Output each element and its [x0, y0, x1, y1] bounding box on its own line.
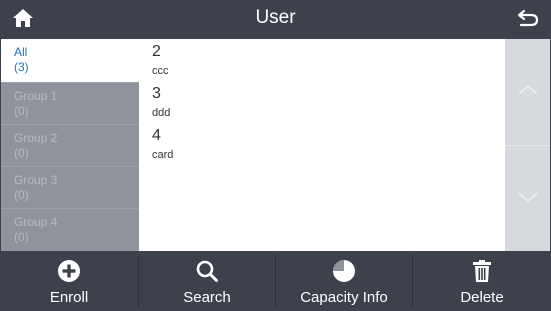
group-sidebar: All (3) Group 1 (0) Group 2 (0) Group 3 …: [1, 39, 139, 251]
search-label: Search: [183, 289, 231, 306]
group-label: Group 1: [14, 89, 58, 103]
user-name: ddd: [152, 107, 171, 119]
group-label: All: [14, 45, 28, 59]
user-id: 2: [152, 43, 161, 60]
capacity-info-button[interactable]: Capacity Info: [276, 251, 412, 311]
back-button[interactable]: [513, 6, 543, 34]
capacity-info-label: Capacity Info: [300, 289, 388, 306]
scroll-down-button[interactable]: [505, 146, 550, 251]
group-item-all[interactable]: All (3): [1, 39, 139, 82]
search-icon: [195, 259, 219, 283]
user-id: 4: [152, 127, 161, 144]
group-label: Group 2: [14, 131, 58, 145]
user-id: 3: [152, 85, 161, 102]
scroll-controls: [505, 39, 550, 251]
group-count: (0): [14, 230, 29, 244]
group-item-group-2[interactable]: Group 2 (0): [1, 124, 139, 166]
chevron-up-icon: [517, 83, 539, 101]
group-count: (0): [14, 104, 29, 118]
user-list-item[interactable]: 2 ccc: [152, 43, 169, 78]
user-list-item[interactable]: 3 ddd: [152, 85, 170, 120]
header-bar: User: [0, 0, 551, 39]
chevron-down-icon: [517, 190, 539, 208]
group-item-group-1[interactable]: Group 1 (0): [1, 82, 139, 124]
delete-button[interactable]: Delete: [413, 251, 551, 311]
group-count: (0): [14, 146, 29, 160]
pie-chart-icon: [332, 259, 356, 283]
group-item-group-4[interactable]: Group 4 (0): [1, 208, 139, 251]
group-count: (3): [14, 60, 29, 74]
group-item-group-3[interactable]: Group 3 (0): [1, 166, 139, 208]
scroll-up-button[interactable]: [505, 39, 550, 145]
user-screen: User All (3) Group 1 (0) Group 2 (0) Gro…: [0, 0, 551, 311]
trash-icon: [471, 259, 493, 283]
enroll-label: Enroll: [49, 289, 89, 306]
search-button[interactable]: Search: [139, 251, 275, 311]
group-label: Group 4: [14, 215, 58, 229]
group-label: Group 3: [14, 173, 58, 187]
user-list: 2 ccc 3 ddd 4 card: [139, 39, 505, 251]
bottom-toolbar: Enroll Search Capacity Info Delete: [0, 251, 551, 311]
user-list-item[interactable]: 4 card: [152, 127, 173, 162]
user-name: card: [152, 149, 174, 161]
delete-label: Delete: [460, 289, 504, 306]
group-count: (0): [14, 188, 29, 202]
page-title: User: [255, 7, 296, 28]
user-name: ccc: [152, 65, 169, 77]
plus-circle-icon: [57, 259, 81, 283]
enroll-button[interactable]: Enroll: [0, 251, 138, 311]
back-arrow-icon: [517, 9, 539, 32]
